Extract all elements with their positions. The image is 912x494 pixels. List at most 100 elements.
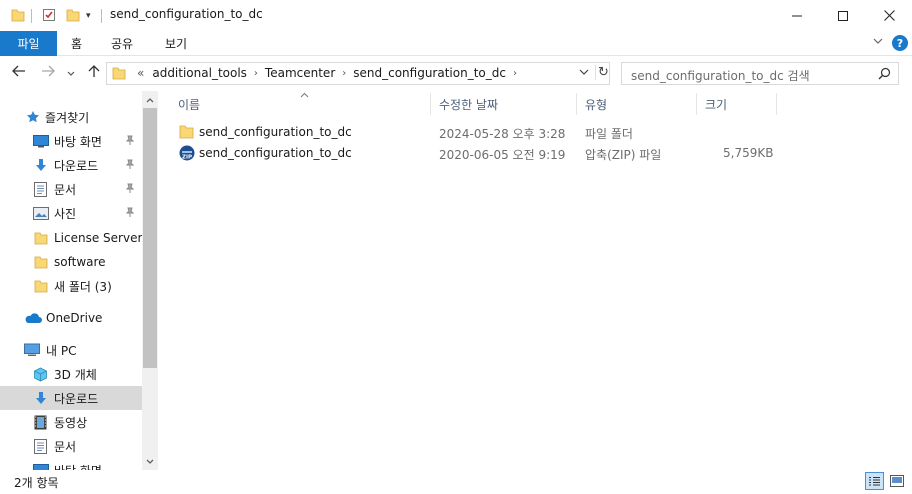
sidebar-item-desktop-pc[interactable]: 바탕 화면 [0, 458, 142, 470]
forward-arrow-icon [42, 65, 55, 77]
up-button[interactable] [88, 65, 100, 82]
quick-access-dropdown-icon[interactable]: ▾ [86, 11, 91, 21]
sidebar-item-label: software [54, 255, 106, 269]
folder-icon[interactable] [11, 8, 25, 25]
sidebar-item-downloads[interactable]: 다운로드 [0, 153, 142, 177]
breadcrumb-item[interactable]: additional_tools [148, 66, 251, 80]
minimize-icon [792, 15, 802, 16]
scroll-down-button[interactable] [142, 453, 158, 470]
sidebar-item-label: 바탕 화면 [54, 462, 102, 471]
pictures-icon [33, 206, 49, 220]
sidebar-item-license-server[interactable]: License Server [0, 226, 142, 250]
chevron-down-icon [67, 71, 75, 76]
breadcrumb-separator[interactable]: › [339, 68, 349, 79]
sidebar-item-label: OneDrive [46, 311, 103, 325]
back-arrow-icon [12, 65, 25, 77]
large-icons-view-icon [889, 475, 904, 487]
properties-icon[interactable] [42, 8, 56, 25]
refresh-icon[interactable]: ↻ [595, 65, 609, 80]
address-dropdown-icon[interactable] [579, 67, 589, 80]
table-row[interactable]: ZIP send_configuration_to_dc 2020-06-05 … [175, 143, 775, 164]
new-folder-icon[interactable] [66, 8, 80, 25]
column-header-date[interactable]: 수정한 날짜 [439, 91, 498, 117]
sidebar-item-3d-objects[interactable]: 3D 개체 [0, 362, 142, 386]
chevron-up-icon [146, 97, 154, 102]
file-type: 파일 폴더 [585, 127, 633, 141]
status-bar: 2개 항목 [0, 470, 912, 494]
search-icon[interactable] [878, 67, 891, 83]
cloud-icon [24, 312, 42, 324]
large-icons-view-button[interactable] [887, 472, 906, 490]
sidebar-item-new-folder-3[interactable]: 새 폴더 (3) [0, 274, 142, 298]
column-header-name[interactable]: 이름 [178, 91, 200, 117]
window-title: send_configuration_to_dc [110, 7, 263, 21]
column-divider[interactable] [576, 93, 577, 115]
pin-icon[interactable] [125, 135, 135, 149]
forward-button[interactable] [41, 65, 55, 81]
pin-icon[interactable] [125, 183, 135, 197]
maximize-button[interactable] [820, 0, 866, 31]
breadcrumb-separator[interactable]: › [510, 68, 520, 79]
tab-home[interactable]: 홈 [71, 31, 82, 56]
download-icon [34, 391, 48, 406]
pin-icon[interactable] [125, 159, 135, 173]
download-icon [34, 158, 48, 173]
column-divider[interactable] [430, 93, 431, 115]
breadcrumb-item[interactable]: send_configuration_to_dc [349, 66, 510, 80]
sidebar-item-pictures[interactable]: 사진 [0, 201, 142, 225]
column-header-size[interactable]: 크기 [705, 91, 727, 117]
column-divider[interactable] [776, 93, 777, 115]
recent-locations-button[interactable] [67, 67, 75, 82]
search-input[interactable]: send_configuration_to_dc 검색 [621, 62, 899, 85]
tab-view[interactable]: 보기 [165, 31, 187, 56]
maximize-icon [838, 10, 848, 21]
sidebar-item-label: 사진 [54, 206, 77, 221]
address-bar[interactable]: « additional_tools › Teamcenter › send_c… [106, 62, 610, 85]
file-date: 2020-06-05 오전 9:19 [439, 148, 566, 162]
file-name[interactable]: send_configuration_to_dc [199, 146, 352, 160]
column-header-type[interactable]: 유형 [585, 91, 607, 117]
sidebar-item-documents-pc[interactable]: 문서 [0, 434, 142, 458]
tab-file[interactable]: 파일 [0, 31, 57, 56]
sidebar-item-desktop[interactable]: 바탕 화면 [0, 129, 142, 153]
scroll-up-button[interactable] [142, 91, 158, 108]
sidebar-item-videos[interactable]: 동영상 [0, 410, 142, 434]
nav-scrollbar[interactable] [142, 91, 158, 470]
table-row[interactable]: send_configuration_to_dc 2024-05-28 오후 3… [175, 122, 775, 143]
folder-icon [34, 231, 48, 245]
file-type: 압축(ZIP) 파일 [585, 148, 662, 162]
close-button[interactable] [866, 0, 912, 31]
sidebar-item-label: License Server [54, 231, 143, 245]
sidebar-item-label: 다운로드 [54, 391, 99, 406]
sidebar-item-documents[interactable]: 문서 [0, 177, 142, 201]
help-icon[interactable]: ? [892, 35, 908, 51]
sidebar-item-onedrive[interactable]: OneDrive [0, 306, 142, 330]
navigation-bar: « additional_tools › Teamcenter › send_c… [0, 57, 912, 91]
folder-icon [34, 279, 48, 293]
breadcrumb-item[interactable]: Teamcenter [261, 66, 339, 80]
sidebar-item-downloads-pc[interactable]: 다운로드 [0, 386, 142, 410]
breadcrumb-overflow[interactable]: « [133, 66, 148, 80]
sidebar-item-label: 문서 [54, 439, 77, 454]
item-count: 2개 항목 [14, 476, 59, 490]
file-name[interactable]: send_configuration_to_dc [199, 125, 352, 139]
sidebar-item-software[interactable]: software [0, 250, 142, 274]
sidebar-item-quick-access[interactable]: 즐겨찾기 [0, 105, 142, 129]
file-list: 이름 수정한 날짜 유형 크기 send_configuration_to_dc… [158, 91, 912, 470]
column-divider[interactable] [696, 93, 697, 115]
pin-icon[interactable] [125, 207, 135, 221]
details-view-button[interactable] [865, 472, 884, 490]
breadcrumb-separator[interactable]: › [251, 68, 261, 79]
sidebar-item-label: 새 폴더 (3) [54, 279, 112, 294]
sidebar-item-label: 즐겨찾기 [45, 110, 90, 125]
folder-icon [179, 124, 194, 142]
minimize-button[interactable] [774, 0, 820, 31]
sidebar-item-this-pc[interactable]: 내 PC [0, 338, 142, 362]
navigation-pane: 즐겨찾기 바탕 화면 다운로드 문서 사진 License Server sof… [0, 91, 158, 470]
scroll-thumb[interactable] [143, 108, 157, 368]
computer-icon [24, 343, 40, 357]
tab-share[interactable]: 공유 [111, 31, 133, 56]
back-button[interactable] [12, 65, 26, 81]
ribbon-expand-icon[interactable] [873, 36, 883, 49]
sidebar-item-label: 문서 [54, 182, 77, 197]
